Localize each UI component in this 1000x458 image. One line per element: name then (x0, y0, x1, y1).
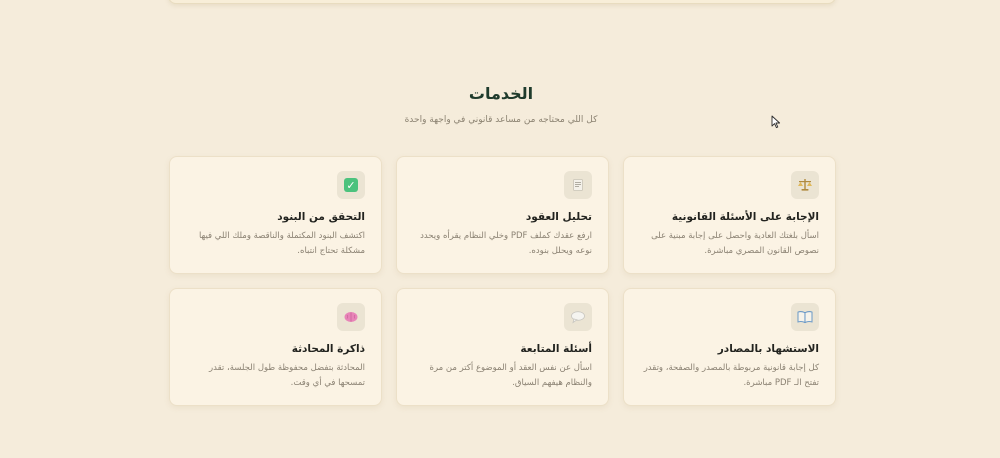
service-card-conversation-memory[interactable]: ذاكرة المحادثة المحادثة بتفضل محفوظة طول… (169, 288, 382, 406)
services-grid: الإجابة على الأسئلة القانونية اسأل بلغتك… (168, 156, 836, 406)
page: الخدمات كل اللي محتاجه من مساعد قانوني ف… (0, 0, 1000, 458)
card-description: اكتشف البنود المكتملة والناقصة وملك اللي… (198, 231, 365, 256)
document-icon (573, 179, 583, 191)
service-card-legal-questions[interactable]: الإجابة على الأسئلة القانونية اسأل بلغتك… (623, 156, 836, 274)
card-title: التحقق من البنود (277, 211, 365, 223)
brain-icon (344, 312, 358, 322)
card-icon-box (564, 171, 592, 199)
speech-bubble-icon (571, 311, 585, 324)
card-title: أسئلة المتابعة (520, 343, 592, 355)
scales-icon (798, 179, 812, 191)
card-icon-box (791, 171, 819, 199)
card-description: كل إجابة قانونية مربوطة بالمصدر والصفحة،… (643, 363, 819, 388)
card-title: الاستشهاد بالمصادر (717, 343, 819, 355)
card-description: اسأل عن نفس العقد أو الموضوع أكتر من مرة… (429, 363, 592, 388)
section-title: الخدمات (468, 84, 534, 103)
card-title: ذاكرة المحادثة (291, 343, 365, 355)
book-icon (797, 311, 813, 324)
card-icon-box (791, 303, 819, 331)
card-icon-box: ✓ (337, 171, 365, 199)
mouse-cursor-icon (771, 115, 781, 129)
checkmark-icon: ✓ (344, 178, 358, 192)
service-card-follow-up-questions[interactable]: أسئلة المتابعة اسأل عن نفس العقد أو المو… (396, 288, 609, 406)
card-description: المحادثة بتفضل محفوظة طول الجلسة، تقدر ت… (209, 363, 365, 388)
card-icon-box (564, 303, 592, 331)
service-card-contract-analysis[interactable]: تحليل العقود ارفع عقدك كملف PDF وخلي الن… (396, 156, 609, 274)
card-title: تحليل العقود (525, 211, 592, 223)
service-card-source-citation[interactable]: الاستشهاد بالمصادر كل إجابة قانونية مربو… (623, 288, 836, 406)
card-description: ارفع عقدك كملف PDF وخلي النظام يقرأه ويح… (420, 231, 592, 256)
service-card-clause-verification[interactable]: ✓ التحقق من البنود اكتشف البنود المكتملة… (169, 156, 382, 274)
card-icon-box (337, 303, 365, 331)
card-title: الإجابة على الأسئلة القانونية (671, 211, 819, 223)
top-banner (168, 0, 836, 4)
card-description: اسأل بلغتك العادية واحصل على إجابة مبنية… (651, 231, 819, 256)
section-subtitle: كل اللي محتاجه من مساعد قانوني في واجهة … (404, 115, 598, 125)
